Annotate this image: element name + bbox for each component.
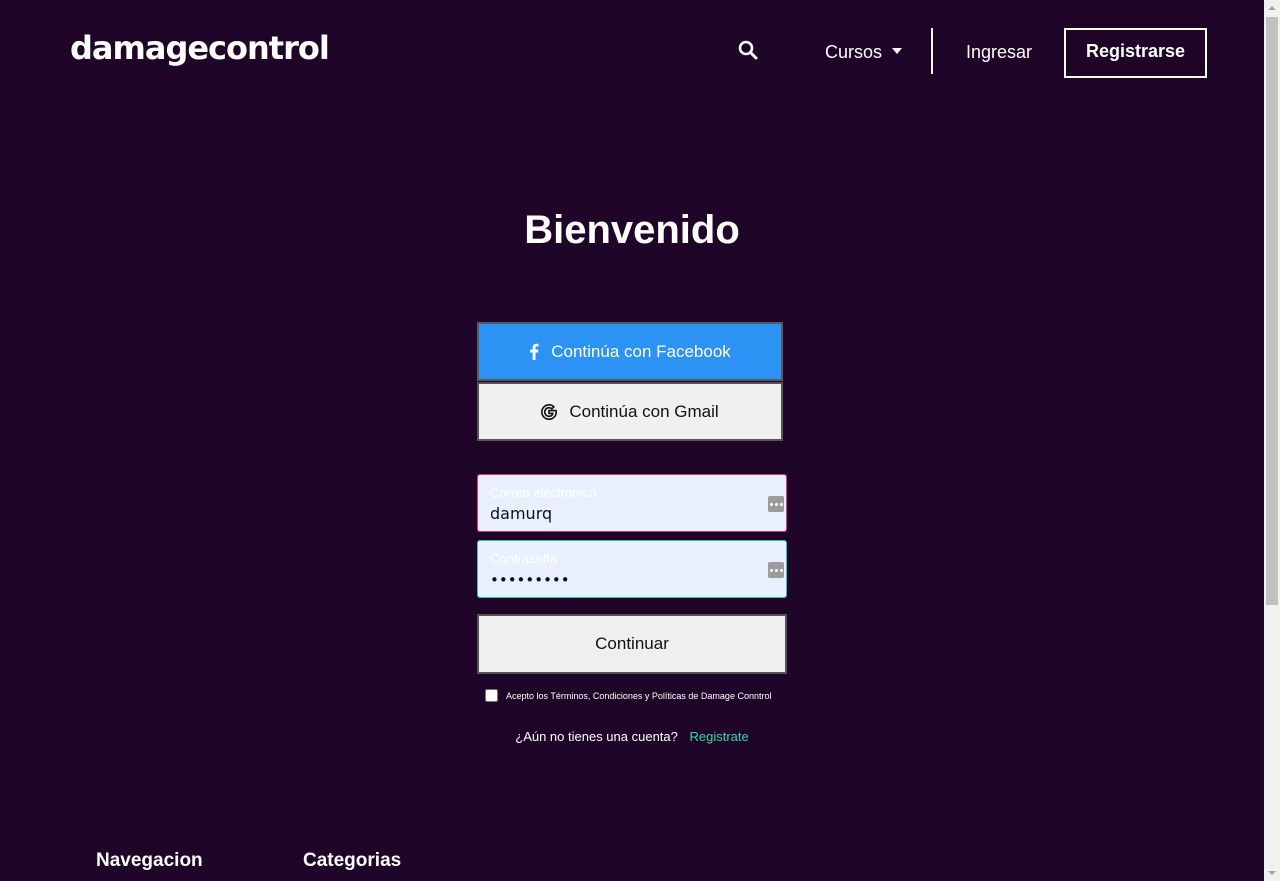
- scroll-up-icon[interactable]: [1268, 6, 1276, 10]
- page-scrollbar[interactable]: [1264, 0, 1280, 881]
- footer-categories-heading: Categorias: [303, 850, 402, 871]
- footer-nav-heading: Navegacion: [96, 850, 203, 871]
- no-account-text: ¿Aún no tienes una cuenta?: [515, 729, 678, 744]
- terms-text: Acepto los Términos, Condiciones y Polít…: [506, 690, 772, 701]
- gmail-login-label: Continúa con Gmail: [569, 401, 719, 421]
- nav-registrarse-button[interactable]: Registrarse: [1064, 28, 1207, 78]
- terms-row: Acepto los Términos, Condiciones y Polít…: [485, 689, 771, 702]
- email-field-label: Correo electronico: [490, 485, 597, 500]
- password-field-value: •••••••••: [490, 571, 570, 589]
- facebook-login-label: Continúa con Facebook: [551, 341, 731, 361]
- password-field-label: Contraseña: [490, 551, 558, 566]
- email-field[interactable]: Correo electronico damurq: [477, 474, 787, 532]
- scroll-down-icon[interactable]: [1268, 871, 1276, 875]
- site-logo[interactable]: damagecontrol: [70, 28, 330, 68]
- password-manager-icon[interactable]: [768, 496, 784, 512]
- google-icon: [541, 403, 558, 420]
- scroll-thumb[interactable]: [1266, 17, 1278, 605]
- facebook-icon: [529, 343, 539, 360]
- continue-button[interactable]: Continuar: [477, 614, 787, 674]
- nav-ingresar-link[interactable]: Ingresar: [966, 41, 1032, 63]
- gmail-login-button[interactable]: Continúa con Gmail: [477, 382, 783, 441]
- password-field[interactable]: Contraseña •••••••••: [477, 540, 787, 598]
- nav-cursos-dropdown[interactable]: Cursos: [825, 41, 903, 63]
- signup-link[interactable]: Registrate: [690, 729, 749, 744]
- email-field-value: damurq: [490, 504, 553, 523]
- caret-down-icon: [892, 48, 903, 54]
- nav-divider: [931, 28, 933, 74]
- login-page: damagecontrol Cursos Ingresar Registrars…: [0, 0, 1280, 881]
- page-title: Bienvenido: [524, 208, 740, 252]
- search-icon[interactable]: [738, 40, 762, 64]
- terms-checkbox[interactable]: [485, 689, 498, 702]
- facebook-login-button[interactable]: Continúa con Facebook: [477, 322, 783, 381]
- password-manager-icon[interactable]: [768, 562, 784, 578]
- nav-cursos-label: Cursos: [825, 42, 883, 62]
- signup-prompt: ¿Aún no tienes una cuenta? Registrate: [0, 729, 1264, 744]
